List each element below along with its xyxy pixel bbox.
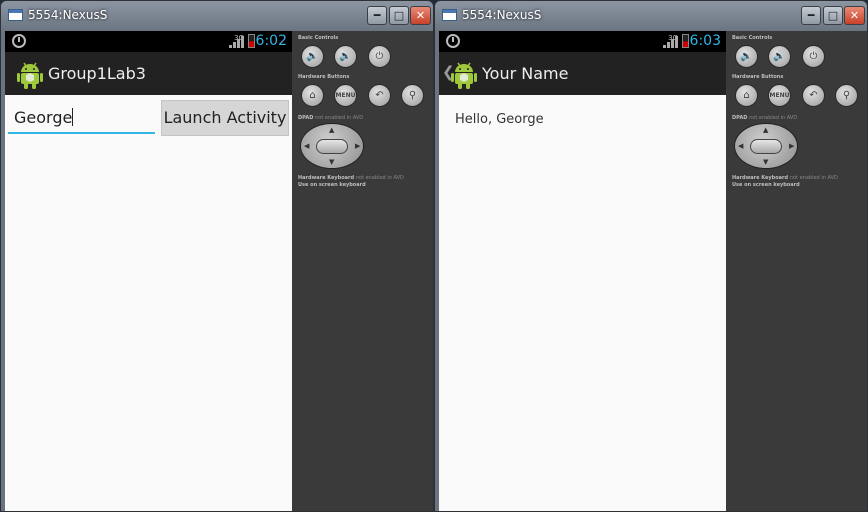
window-title: 5554:NexusS (28, 8, 108, 22)
dpad-label: DPAD not enabled in AVD (298, 115, 364, 121)
timer-icon (446, 34, 460, 48)
dpad-label: DPAD not enabled in AVD (732, 115, 798, 121)
menu-button[interactable]: MENU (334, 84, 357, 107)
timer-icon (12, 34, 26, 48)
app-title: Group1Lab3 (48, 64, 146, 83)
app-title: Your Name (482, 64, 569, 83)
emulator-window-2: 5554:NexusS ━ □ ✕ 3G 6:03 ❮ Your Name He… (434, 0, 868, 512)
status-bar: 3G 6:03 (439, 31, 726, 52)
launch-activity-button[interactable]: Launch Activity (161, 100, 289, 136)
power-icon[interactable]: ⏻ (368, 45, 391, 68)
onscreen-keyboard-label: Use on screen keyboard (298, 182, 366, 188)
window-icon (8, 9, 23, 21)
minimize-icon[interactable]: ━ (801, 6, 821, 25)
dpad-icon[interactable]: ▲ ▼ ◀ ▶ (300, 123, 364, 169)
status-time: 6:02 (255, 33, 287, 49)
maximize-icon[interactable]: □ (823, 6, 843, 25)
signal-icon (663, 35, 678, 48)
controls-panel: Basic Controls 🔈 🔊 ⏻ Hardware Buttons ⌂ … (292, 31, 433, 511)
search-icon[interactable]: ⚲ (401, 84, 424, 107)
home-icon[interactable]: ⌂ (735, 84, 758, 107)
search-icon[interactable]: ⚲ (835, 84, 858, 107)
device-screen: 3G 6:02 Group1Lab3 George Launch Activit… (5, 31, 292, 511)
name-input[interactable]: George (8, 104, 155, 134)
hardware-keyboard-label: Hardware Keyboard not enabled in AVD (732, 175, 838, 181)
controls-panel: Basic Controls 🔈 🔊 ⏻ Hardware Buttons ⌂ … (726, 31, 867, 511)
device-screen: 3G 6:03 ❮ Your Name Hello, George (439, 31, 726, 511)
window-icon (442, 9, 457, 21)
action-bar: Group1Lab3 (5, 52, 292, 95)
battery-icon (248, 34, 255, 48)
status-time: 6:03 (689, 33, 721, 49)
android-icon[interactable] (17, 61, 43, 89)
hardware-buttons-label: Hardware Buttons (732, 74, 784, 80)
emulator-window-1: 5554:NexusS ━ □ ✕ 3G 6:02 Group1Lab3 Geo… (0, 0, 434, 512)
status-bar: 3G 6:02 (5, 31, 292, 52)
home-icon[interactable]: ⌂ (301, 84, 324, 107)
minimize-icon[interactable]: ━ (367, 6, 387, 25)
dpad-center-button[interactable] (316, 139, 348, 154)
dpad-center-button[interactable] (750, 139, 782, 154)
dpad-icon[interactable]: ▲ ▼ ◀ ▶ (734, 123, 798, 169)
maximize-icon[interactable]: □ (389, 6, 409, 25)
volume-down-icon[interactable]: 🔈 (301, 45, 324, 68)
name-input-value: George (14, 108, 73, 127)
back-icon[interactable]: ↶ (802, 84, 825, 107)
title-bar[interactable]: 5554:NexusS ━ □ ✕ (1, 1, 433, 31)
volume-up-icon[interactable]: 🔊 (768, 45, 791, 68)
menu-button[interactable]: MENU (768, 84, 791, 107)
signal-icon (229, 35, 244, 48)
basic-controls-label: Basic Controls (298, 35, 339, 41)
volume-down-icon[interactable]: 🔈 (735, 45, 758, 68)
android-icon[interactable] (451, 61, 477, 89)
text-caret (72, 108, 74, 126)
power-icon[interactable]: ⏻ (802, 45, 825, 68)
title-bar[interactable]: 5554:NexusS ━ □ ✕ (435, 1, 867, 31)
back-icon[interactable]: ↶ (368, 84, 391, 107)
close-icon[interactable]: ✕ (410, 6, 431, 25)
close-icon[interactable]: ✕ (844, 6, 865, 25)
hardware-keyboard-label: Hardware Keyboard not enabled in AVD (298, 175, 404, 181)
basic-controls-label: Basic Controls (732, 35, 773, 41)
volume-up-icon[interactable]: 🔊 (334, 45, 357, 68)
action-bar: ❮ Your Name (439, 52, 726, 95)
battery-icon (682, 34, 689, 48)
hardware-buttons-label: Hardware Buttons (298, 74, 350, 80)
onscreen-keyboard-label: Use on screen keyboard (732, 182, 800, 188)
window-title: 5554:NexusS (462, 8, 542, 22)
greeting-text: Hello, George (455, 112, 544, 127)
